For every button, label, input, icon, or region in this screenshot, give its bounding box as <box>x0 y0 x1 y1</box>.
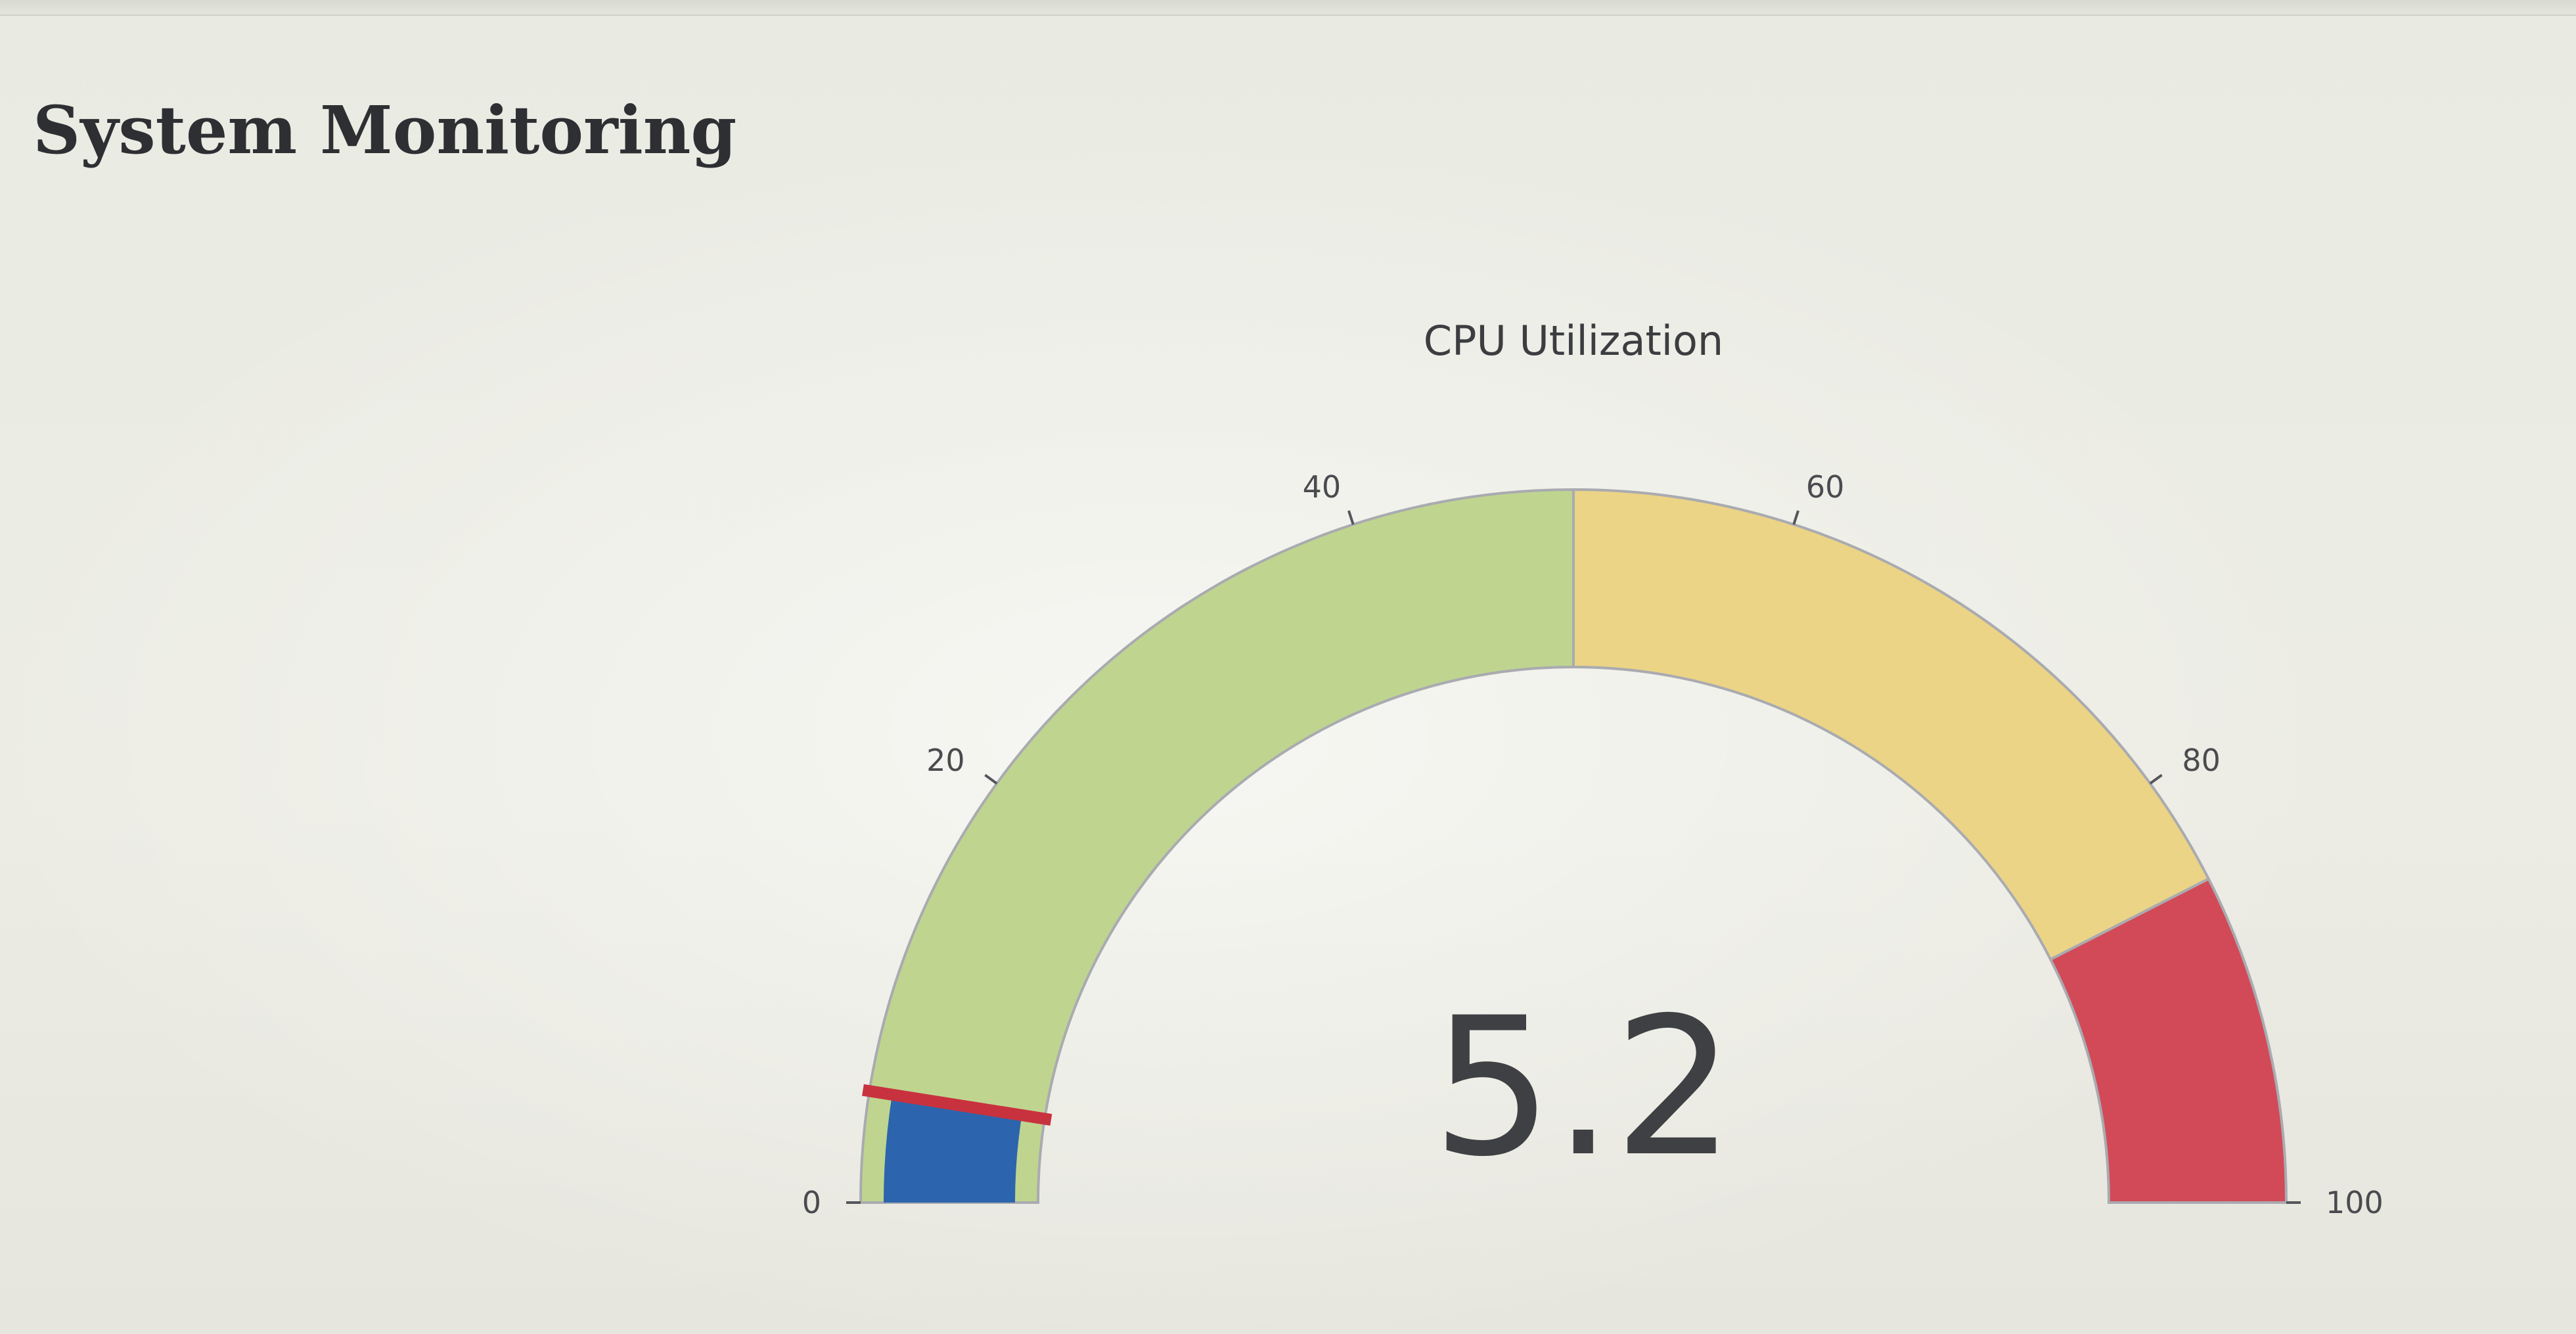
gauge-tick-40 <box>1347 510 1355 525</box>
cpu-utilization-gauge: CPU Utilization 0 20 40 60 80 100 5.2 <box>802 317 2384 1220</box>
gauge-title: CPU Utilization <box>1424 317 1723 365</box>
gauge-tick-80 <box>2149 773 2163 785</box>
gauge-tick-20 <box>984 773 998 785</box>
gauge-step-1 <box>1572 488 2211 961</box>
gauge-tick-label-40: 40 <box>1303 469 1342 505</box>
gauge-tick-label-20: 20 <box>926 743 965 778</box>
gauge-tick-label-0: 0 <box>802 1185 821 1220</box>
screen-background: System Monitoring CPU Utilization 0 20 40 6… <box>0 0 2576 1334</box>
gauge-tick-60 <box>1792 510 1799 525</box>
gauge-tick-label-60: 60 <box>1806 469 1845 505</box>
gauge-value: 5.2 <box>1432 977 1734 1199</box>
gauge-tick-label-80: 80 <box>2182 743 2221 778</box>
gauge-tick-label-100: 100 <box>2326 1185 2384 1220</box>
